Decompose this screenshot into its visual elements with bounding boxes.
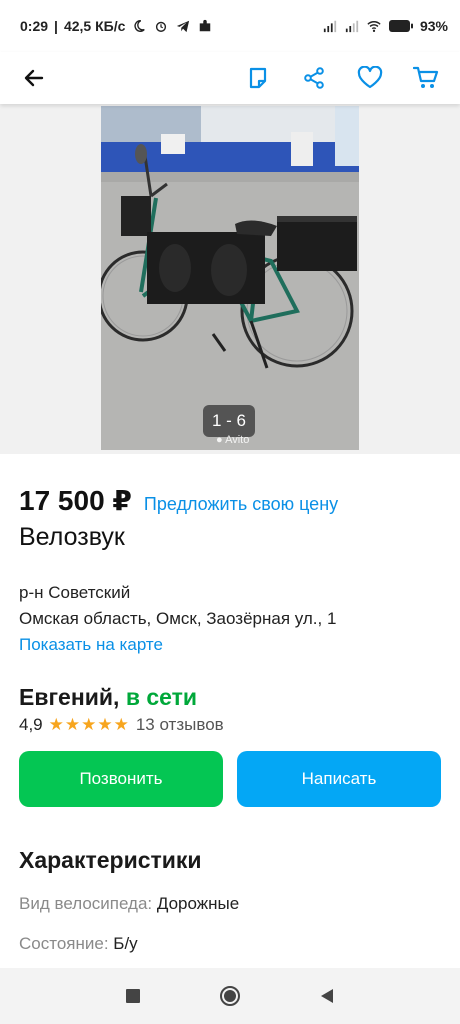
star-icons: ★★★★★ [48, 715, 130, 734]
price: 17 500 ₽ [19, 485, 132, 516]
rating-value: 4,9 [19, 715, 43, 734]
wifi-icon [367, 21, 381, 32]
seller-rating[interactable]: 4,9 ★★★★★ 13 отзывов [19, 715, 441, 735]
home-icon[interactable] [219, 985, 241, 1007]
signal-icon-2 [345, 20, 359, 33]
online-status: в сети [125, 684, 198, 710]
contact-buttons: Позвонить Написать [19, 751, 441, 807]
app-toolbar [0, 52, 460, 104]
spec-value: Дорожные [156, 894, 240, 913]
arrow-left-icon [24, 69, 44, 87]
listing-details: 17 500 ₽ Предложить свою цену Велозвук р… [0, 484, 460, 954]
cart-icon [413, 66, 439, 88]
signal-icon [323, 20, 337, 33]
offer-price-link[interactable]: Предложить свою цену [144, 494, 338, 515]
spec-key: Состояние: [19, 934, 109, 953]
moon-icon [134, 20, 146, 32]
address: Омская область, Омск, Заозёрная ул., 1 [19, 609, 337, 628]
share-icon [304, 67, 324, 89]
battery-percent: 93% [419, 18, 448, 34]
seller-name: Евгений, [19, 684, 120, 710]
battery-icon [388, 20, 413, 32]
status-time: 0:29 [20, 18, 49, 34]
spec-key: Вид велосипеда: [19, 894, 153, 913]
listing-title: Велозвук [19, 523, 125, 551]
status-bar: 0:29 | 42,5 КБ/с 93% [20, 18, 448, 34]
heart-icon [357, 66, 383, 89]
listing-photo[interactable] [101, 106, 359, 450]
share-button[interactable] [300, 64, 328, 92]
cart-button[interactable] [412, 64, 440, 92]
seller-name-row[interactable]: Евгений, в сети [19, 684, 441, 711]
spec-row: Вид велосипеда: Дорожные [19, 894, 441, 914]
bicycle-photo-image [101, 106, 359, 450]
photo-gallery[interactable]: 1 - 6 ● Avito [0, 104, 460, 454]
back-triangle-icon[interactable] [319, 988, 335, 1004]
back-button[interactable] [20, 64, 48, 92]
address-block: р-н Советский Омская область, Омск, Заоз… [19, 580, 441, 658]
note-icon [249, 67, 267, 89]
reviews-count: 13 отзывов [135, 715, 224, 734]
show-on-map-link[interactable]: Показать на карте [19, 632, 441, 658]
system-nav-bar [0, 968, 460, 1024]
telegram-icon [177, 20, 190, 33]
status-net-speed: 42,5 КБ/с [63, 18, 126, 34]
avito-watermark: ● Avito [216, 434, 250, 446]
alarm-icon [156, 21, 167, 32]
spec-value: Б/у [113, 934, 138, 953]
district: р-н Советский [19, 583, 131, 602]
call-button[interactable]: Позвонить [19, 751, 223, 807]
spec-row: Состояние: Б/у [19, 934, 441, 954]
price-row: 17 500 ₽ Предложить свою цену [19, 484, 441, 517]
write-button[interactable]: Написать [237, 751, 441, 807]
puzzle-icon [200, 19, 211, 32]
photo-counter: 1 - 6 [203, 405, 255, 437]
recents-icon[interactable] [125, 988, 141, 1004]
specs-heading: Характеристики [19, 847, 202, 873]
note-button[interactable] [244, 64, 272, 92]
favorite-button[interactable] [356, 64, 384, 92]
